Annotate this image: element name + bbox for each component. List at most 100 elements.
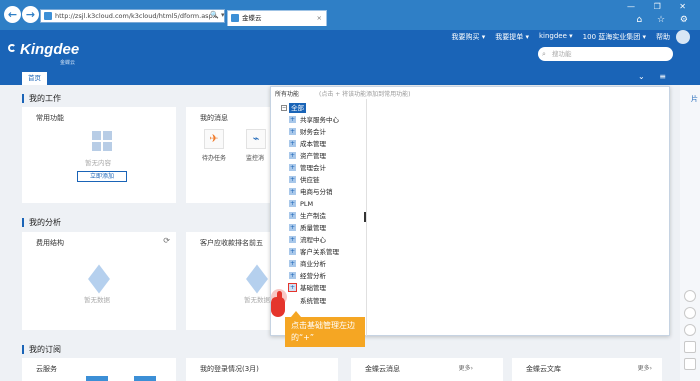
rail-icon[interactable] <box>684 341 696 353</box>
tab-close-icon[interactable]: × <box>317 11 322 25</box>
tree-item-label[interactable]: 共享服务中心 <box>300 116 339 124</box>
collapse-toggle[interactable]: − <box>281 105 287 111</box>
tab-label: 金蝶云 <box>242 14 262 22</box>
ticket-link[interactable]: 我要提单 ▾ <box>495 32 529 42</box>
expand-plus-icon[interactable]: + <box>289 200 296 207</box>
user-menu[interactable]: kingdee ▾ <box>539 32 573 42</box>
rail-icon[interactable] <box>684 324 696 336</box>
org-menu[interactable]: 100 蓝海实业集团 ▾ <box>583 32 646 42</box>
more-link[interactable]: 更多› <box>638 363 652 372</box>
tree-item-label[interactable]: 商业分析 <box>300 260 326 268</box>
search-input[interactable]: ⌕ 搜功能 <box>538 47 673 61</box>
help-link[interactable]: 帮助 <box>656 32 670 42</box>
tree-item[interactable]: + 流程中心 <box>289 235 326 246</box>
forward-button[interactable]: → <box>22 6 39 23</box>
url-text: http://zsjl.k3cloud.com/k3cloud/html5/df… <box>55 12 217 20</box>
expand-plus-icon[interactable]: + <box>289 140 296 147</box>
tree-item[interactable]: + 经营分析 <box>289 271 326 282</box>
tree-item[interactable]: 系统管理 <box>289 295 326 306</box>
tree-item[interactable]: + 管理会计 <box>289 163 326 174</box>
tree-item-label[interactable]: 电商与分销 <box>300 188 333 196</box>
service-icon[interactable] <box>86 376 108 381</box>
expand-plus-icon[interactable]: + <box>288 283 297 292</box>
cloud-service-card: 云服务 <box>22 358 176 381</box>
tree-item-basic-management[interactable]: + 基础管理 <box>288 283 326 294</box>
add-now-button[interactable]: 立即添加 <box>77 171 127 182</box>
expand-plus-icon[interactable]: + <box>289 212 296 219</box>
scroll-marker <box>364 212 366 222</box>
tree-item[interactable]: + 商业分析 <box>289 259 326 270</box>
tree-item-label[interactable]: 管理会计 <box>300 164 326 172</box>
login-status-card: 我的登录情况(3月) <box>186 358 338 381</box>
tree-item-label[interactable]: 客户关系管理 <box>300 248 339 256</box>
cost-structure-card: 费用结构 ⟳ 暂无数据 <box>22 232 176 330</box>
tree-item-label[interactable]: 经营分析 <box>300 272 326 280</box>
tree-item-label[interactable]: 流程中心 <box>300 236 326 244</box>
buy-link[interactable]: 我要购买 ▾ <box>451 32 485 42</box>
monitor-label[interactable]: 监控消 <box>246 153 264 162</box>
expand-plus-icon[interactable]: + <box>289 152 296 159</box>
tree-item-label[interactable]: 资产管理 <box>300 152 326 160</box>
expand-plus-icon[interactable]: + <box>289 176 296 183</box>
tree-item-label[interactable]: 质量管理 <box>300 224 326 232</box>
expand-plus-icon[interactable]: + <box>289 272 296 279</box>
tree-item-label[interactable]: 成本管理 <box>300 140 326 148</box>
tree-item[interactable]: + 客户关系管理 <box>289 247 339 258</box>
browser-tab[interactable]: 金蝶云 × <box>227 10 327 26</box>
tree-item-label[interactable]: 供应链 <box>300 176 320 184</box>
refresh-icon[interactable]: ⟳ <box>163 236 170 245</box>
site-icon <box>44 12 52 20</box>
todo-label[interactable]: 待办任务 <box>202 153 226 162</box>
expand-plus-icon[interactable]: + <box>289 260 296 267</box>
window-controls[interactable]: — ❐ ✕ <box>627 2 694 11</box>
search-placeholder: 搜功能 <box>552 50 572 58</box>
empty-text: 暂无内容 <box>85 159 111 167</box>
right-rail: 片 <box>680 85 700 381</box>
more-link[interactable]: 更多› <box>459 363 473 372</box>
tree-item[interactable]: + 财务会计 <box>289 127 326 138</box>
tree-item-label[interactable]: 系统管理 <box>300 297 326 305</box>
search-icon: ⌕ <box>542 50 546 58</box>
service-icon[interactable] <box>134 376 156 381</box>
card-title: 费用结构 <box>36 239 64 247</box>
expand-plus-icon[interactable]: + <box>289 236 296 243</box>
tree-item-label[interactable]: 生产制造 <box>300 212 326 220</box>
tree-root-all[interactable]: 全部 <box>289 103 306 113</box>
expand-plus-icon[interactable]: + <box>289 224 296 231</box>
back-button[interactable]: ← <box>4 6 21 23</box>
tree-item[interactable]: + 共享服务中心 <box>289 115 339 126</box>
tree-item-label[interactable]: 基础管理 <box>300 284 326 292</box>
avatar[interactable] <box>676 30 690 44</box>
expand-plus-icon[interactable]: + <box>289 188 296 195</box>
tab-home[interactable]: 首页 <box>22 72 47 85</box>
rail-icon[interactable] <box>684 290 696 302</box>
tree-item[interactable]: + 质量管理 <box>289 223 326 234</box>
kingdee-news-card: 金蝶云消息 更多› <box>351 358 503 381</box>
tree-item[interactable]: + 成本管理 <box>289 139 326 150</box>
expand-plus-icon[interactable]: + <box>289 164 296 171</box>
card-title: 云服务 <box>36 365 57 373</box>
common-functions-card: 常用功能 暂无内容 立即添加 <box>22 107 176 203</box>
tree-item-label[interactable]: PLM <box>300 200 313 208</box>
todo-icon[interactable]: ✈ <box>204 129 224 149</box>
tree-item[interactable]: + 电商与分销 <box>289 187 333 198</box>
tree-item[interactable]: + PLM <box>289 199 313 210</box>
tree-item[interactable]: + 供应链 <box>289 175 320 186</box>
tree-item-label[interactable]: 财务会计 <box>300 128 326 136</box>
card-title: 常用功能 <box>36 114 64 122</box>
header-links: 我要购买 ▾ 我要提单 ▾ kingdee ▾ 100 蓝海实业集团 ▾ 帮助 <box>441 32 670 42</box>
expand-plus-icon[interactable]: + <box>289 128 296 135</box>
expand-plus-icon[interactable]: + <box>289 248 296 255</box>
expand-plus-icon[interactable]: + <box>289 116 296 123</box>
address-bar[interactable]: http://zsjl.k3cloud.com/k3cloud/html5/df… <box>40 9 225 23</box>
rail-icon[interactable] <box>684 358 696 370</box>
rail-icon[interactable] <box>684 307 696 319</box>
browser-toolbar-icons[interactable]: ⌂ ☆ ⚙ <box>636 15 694 25</box>
tab-tools[interactable]: ⌄ ≡ <box>638 72 672 81</box>
rail-text: 片 <box>691 95 698 103</box>
monitor-icon[interactable]: ⌁ <box>246 129 266 149</box>
panel-title: 所有功能 <box>275 91 300 98</box>
tree-item[interactable]: + 资产管理 <box>289 151 326 162</box>
panel-hint: (点击 + 将该功能添加到常用功能) <box>319 91 411 98</box>
tree-item[interactable]: + 生产制造 <box>289 211 326 222</box>
